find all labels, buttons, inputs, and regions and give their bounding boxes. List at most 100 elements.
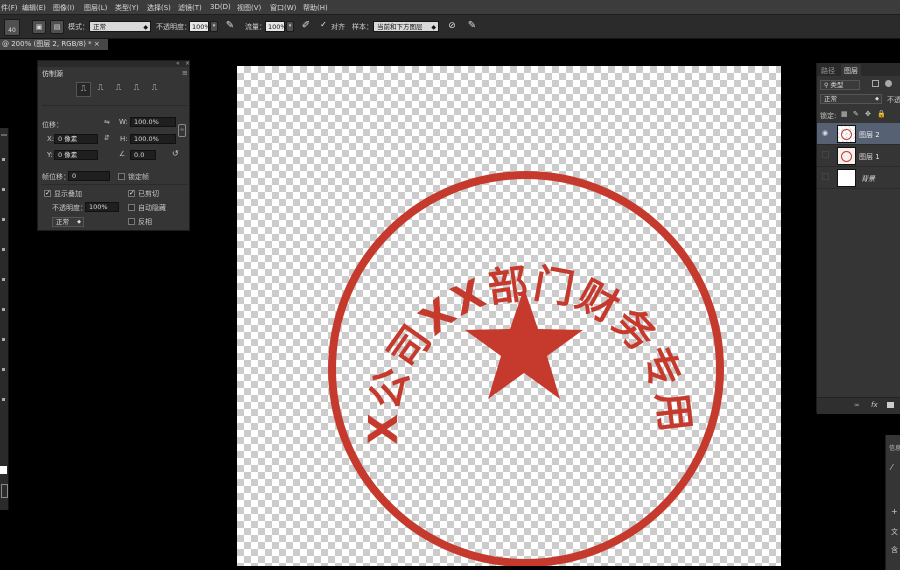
layer-name[interactable]: 图层 1 — [859, 152, 880, 162]
layer-name[interactable]: 背景 — [861, 174, 875, 184]
layer-row[interactable]: 背景 — [817, 167, 900, 189]
show-overlay-checkbox[interactable]: ✓ — [44, 190, 51, 197]
reset-transform-icon[interactable]: ↺ — [172, 149, 179, 158]
tool-clone-stamp-icon[interactable] — [2, 308, 5, 311]
tool-marquee-icon[interactable] — [2, 188, 5, 191]
offset-x-input[interactable]: 0 像素 — [54, 134, 98, 144]
menu-3d[interactable]: 3D(D) — [210, 3, 231, 11]
tool-grip[interactable] — [1, 134, 7, 136]
menu-image[interactable]: 图像(I) — [53, 3, 75, 13]
info-text-1: 文 — [891, 528, 898, 536]
tab-paths[interactable]: 路径 — [821, 66, 835, 76]
lock-position-icon[interactable]: ✥ — [865, 110, 871, 118]
tools-panel — [0, 128, 9, 510]
clone-source-panel: « × 仿制源 ≡ ⎍ ⎍ ⎍ ⎍ ⎍ 位移： ⇋ W: 100.0% X: 0… — [37, 60, 190, 231]
scale-h-input[interactable]: 100.0% — [130, 134, 176, 144]
close-icon[interactable]: × — [185, 60, 190, 67]
menu-type[interactable]: 类型(Y) — [115, 3, 139, 13]
layer-row[interactable]: 图层 1 — [817, 145, 900, 167]
clone-stamp-preset-button[interactable]: 40 — [4, 19, 20, 36]
document-tab[interactable]: @ 200% (图层 2, RGB/8) * × — [0, 39, 108, 50]
auto-hide-checkbox[interactable] — [128, 204, 135, 211]
flip-horizontal-icon[interactable]: ⇋ — [104, 118, 110, 126]
panel-title-bar[interactable] — [38, 61, 189, 67]
visibility-toggle[interactable] — [822, 173, 829, 180]
options-bar: 40 ▣ ▤ 模式： 正常 ◆ 不透明度： 100% ▾ ✎ 流量： 100% ▾… — [0, 15, 900, 39]
airbrush-icon[interactable]: ✐ — [300, 20, 312, 32]
flow-input[interactable]: 100% — [265, 21, 287, 32]
menu-view[interactable]: 视图(V) — [237, 3, 261, 13]
opacity-input[interactable]: 100% — [189, 21, 211, 32]
clone-source-1-button[interactable]: ⎍ — [76, 82, 91, 97]
align-label: 对齐 — [331, 23, 345, 31]
document-canvas[interactable]: XX公司XX部门财务专用章 — [237, 66, 781, 566]
lock-frame-checkbox[interactable] — [118, 173, 125, 180]
tool-pen-icon[interactable] — [2, 368, 5, 371]
lock-all-icon[interactable]: 🔒 — [877, 110, 886, 118]
lock-image-icon[interactable]: ✎ — [853, 110, 859, 118]
layer-opacity-label: 不透 — [887, 96, 900, 104]
overlay-blend-select[interactable]: 正常 ◆ — [52, 217, 84, 227]
angle-icon: ∠ — [119, 150, 126, 158]
filter-pixel-icon[interactable] — [872, 80, 879, 87]
flow-dropdown-button[interactable]: ▾ — [286, 21, 294, 32]
h-label: H: — [120, 135, 128, 143]
tool-eraser-icon[interactable] — [2, 338, 5, 341]
quick-mask-icon[interactable] — [1, 484, 8, 498]
mode-select[interactable]: 正常 ◆ — [89, 21, 151, 32]
lock-label: 锁定: — [820, 112, 837, 120]
layer-filter-select[interactable]: ⚲ 类型 — [820, 80, 860, 90]
add-mask-icon[interactable] — [887, 402, 894, 408]
menu-help[interactable]: 帮助(H) — [303, 3, 328, 13]
clone-source-3-button[interactable]: ⎍ — [112, 82, 125, 95]
tool-move-icon[interactable] — [2, 158, 5, 161]
eye-icon[interactable]: ◉ — [822, 129, 828, 137]
info-text-2: 含 — [891, 546, 898, 554]
divider — [42, 184, 187, 185]
link-scale-icon[interactable]: ∞ — [178, 124, 186, 137]
frame-offset-input[interactable]: 0 — [68, 171, 110, 181]
opacity-dropdown-button[interactable]: ▾ — [210, 21, 218, 32]
foreground-color-swatch[interactable] — [0, 466, 7, 474]
offset-y-input[interactable]: 0 像素 — [54, 150, 98, 160]
tool-lasso-icon[interactable] — [2, 218, 5, 221]
visibility-toggle[interactable] — [822, 151, 829, 158]
layer-row[interactable]: ◉ 图层 2 — [817, 123, 900, 145]
invert-checkbox[interactable] — [128, 218, 135, 225]
clone-source-2-button[interactable]: ⎍ — [94, 82, 107, 95]
menu-layer[interactable]: 图层(L) — [84, 3, 107, 13]
info-panel-title: 信息 — [889, 445, 900, 452]
menu-window[interactable]: 窗口(W) — [270, 3, 296, 13]
menu-filter[interactable]: 滤镜(T) — [178, 3, 202, 13]
brush-panel-icon[interactable]: ▣ — [32, 20, 46, 34]
menu-edit[interactable]: 编辑(E) — [22, 3, 46, 13]
angle-input[interactable]: 0.0 — [130, 150, 156, 160]
layer-blend-mode-select[interactable]: 正常 ◆ — [820, 94, 882, 104]
ignore-adjustment-layers-icon[interactable]: ⊘ — [446, 20, 458, 32]
pressure-size-icon[interactable]: ✎ — [466, 20, 478, 32]
align-checkbox[interactable]: ✓ — [320, 21, 327, 29]
collapse-icon[interactable]: « — [176, 60, 180, 67]
link-layers-icon[interactable]: ∞ — [854, 401, 860, 409]
sample-label: 样本： — [352, 23, 373, 31]
tool-brush-icon[interactable] — [2, 278, 5, 281]
filter-adjustment-icon[interactable] — [885, 80, 892, 87]
clone-source-5-button[interactable]: ⎍ — [148, 82, 161, 95]
flip-vertical-icon[interactable]: ⇵ — [104, 134, 110, 142]
tab-layers[interactable]: 图层 — [841, 64, 861, 78]
menu-file[interactable]: 件(F) — [1, 3, 18, 13]
clone-source-4-button[interactable]: ⎍ — [130, 82, 143, 95]
tool-type-icon[interactable] — [2, 398, 5, 401]
overlay-opacity-input[interactable]: 100% — [85, 202, 119, 212]
pressure-opacity-icon[interactable]: ✎ — [224, 20, 236, 32]
sample-select[interactable]: 当前和下方图层 ◆ — [373, 21, 439, 32]
layer-style-icon[interactable]: fx — [871, 401, 878, 409]
scale-w-input[interactable]: 100.0% — [130, 117, 176, 127]
menu-select[interactable]: 选择(S) — [147, 3, 171, 13]
layer-name[interactable]: 图层 2 — [859, 130, 880, 140]
panel-menu-icon[interactable]: ≡ — [182, 69, 188, 77]
clone-source-panel-icon[interactable]: ▤ — [50, 20, 64, 34]
lock-transparent-icon[interactable]: ▦ — [841, 110, 848, 118]
clipped-checkbox[interactable]: ✓ — [128, 190, 135, 197]
tool-crop-icon[interactable] — [2, 248, 5, 251]
